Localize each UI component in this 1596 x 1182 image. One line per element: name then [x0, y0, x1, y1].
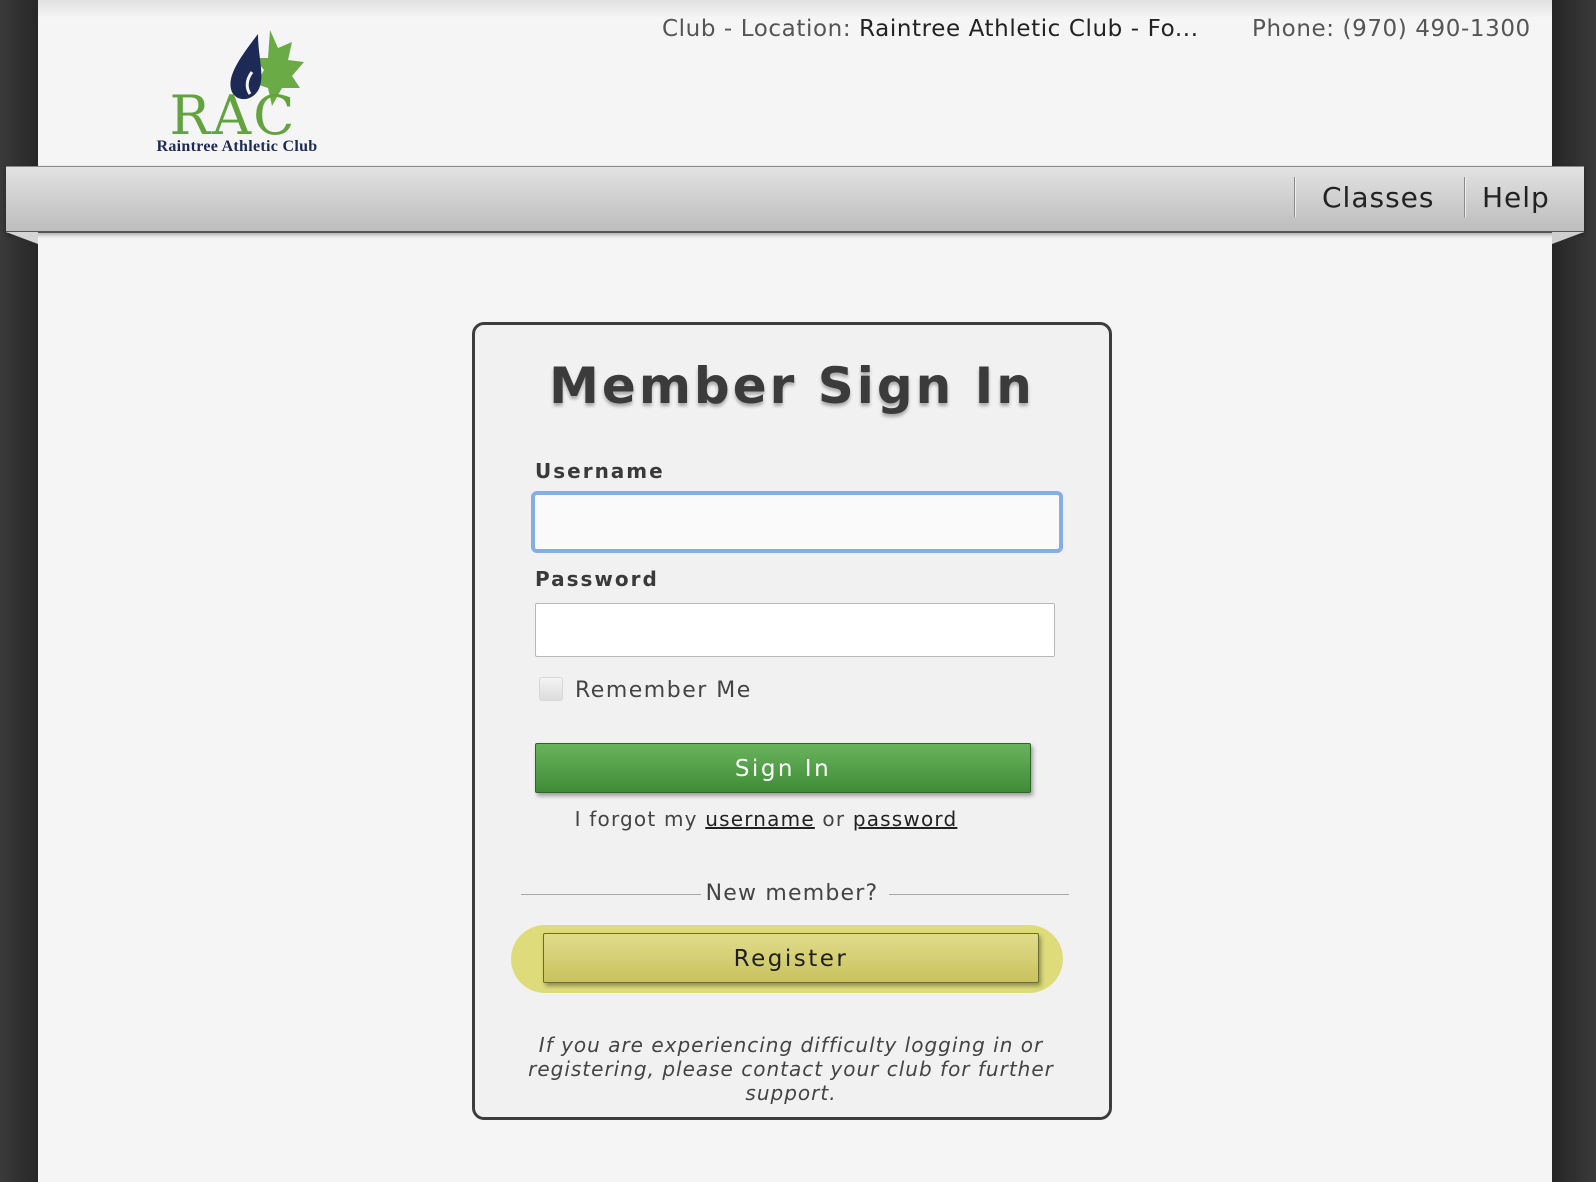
nav-divider	[1464, 177, 1465, 217]
nav-fold-right	[1552, 232, 1584, 244]
nav-fold-left	[6, 232, 38, 244]
sign-in-card: Member Sign In Username Password Remembe…	[472, 322, 1112, 1120]
password-input[interactable]	[535, 603, 1055, 657]
forgot-password-link[interactable]: password	[853, 807, 958, 831]
logo-letters: RAC	[169, 84, 297, 147]
nav-bar: Classes Help	[6, 166, 1584, 233]
club-logo[interactable]: RAC Raintree Athletic Club	[122, 26, 352, 162]
support-note: If you are experiencing difficulty loggi…	[528, 1033, 1054, 1105]
forgot-username-link[interactable]: username	[705, 807, 815, 831]
forgot-prefix: I forgot my	[574, 807, 706, 831]
username-input[interactable]	[531, 491, 1063, 553]
page-title: Member Sign In	[549, 357, 1035, 415]
logo-subtitle: Raintree Athletic Club	[156, 138, 318, 155]
nav-divider	[1294, 177, 1295, 217]
username-label: Username	[535, 459, 665, 483]
remember-me-checkbox[interactable]	[539, 677, 563, 701]
club-location-value: Raintree Athletic Club - Fo...	[859, 16, 1199, 42]
nav-item-classes[interactable]: Classes	[1322, 181, 1434, 214]
password-label: Password	[535, 567, 659, 591]
remember-me-label[interactable]: Remember Me	[575, 678, 752, 703]
forgot-credentials: I forgot my username or password	[475, 807, 1109, 831]
club-location-label: Club - Location:	[662, 16, 860, 42]
new-member-label: New member?	[705, 881, 879, 906]
club-phone: Phone: (970) 490-1300	[1252, 16, 1531, 42]
register-button[interactable]: Register	[543, 933, 1039, 983]
forgot-or: or	[814, 807, 853, 831]
nav-item-help[interactable]: Help	[1482, 181, 1550, 214]
sign-in-button[interactable]: Sign In	[535, 743, 1031, 793]
club-location[interactable]: Club - Location: Raintree Athletic Club …	[662, 16, 1199, 42]
